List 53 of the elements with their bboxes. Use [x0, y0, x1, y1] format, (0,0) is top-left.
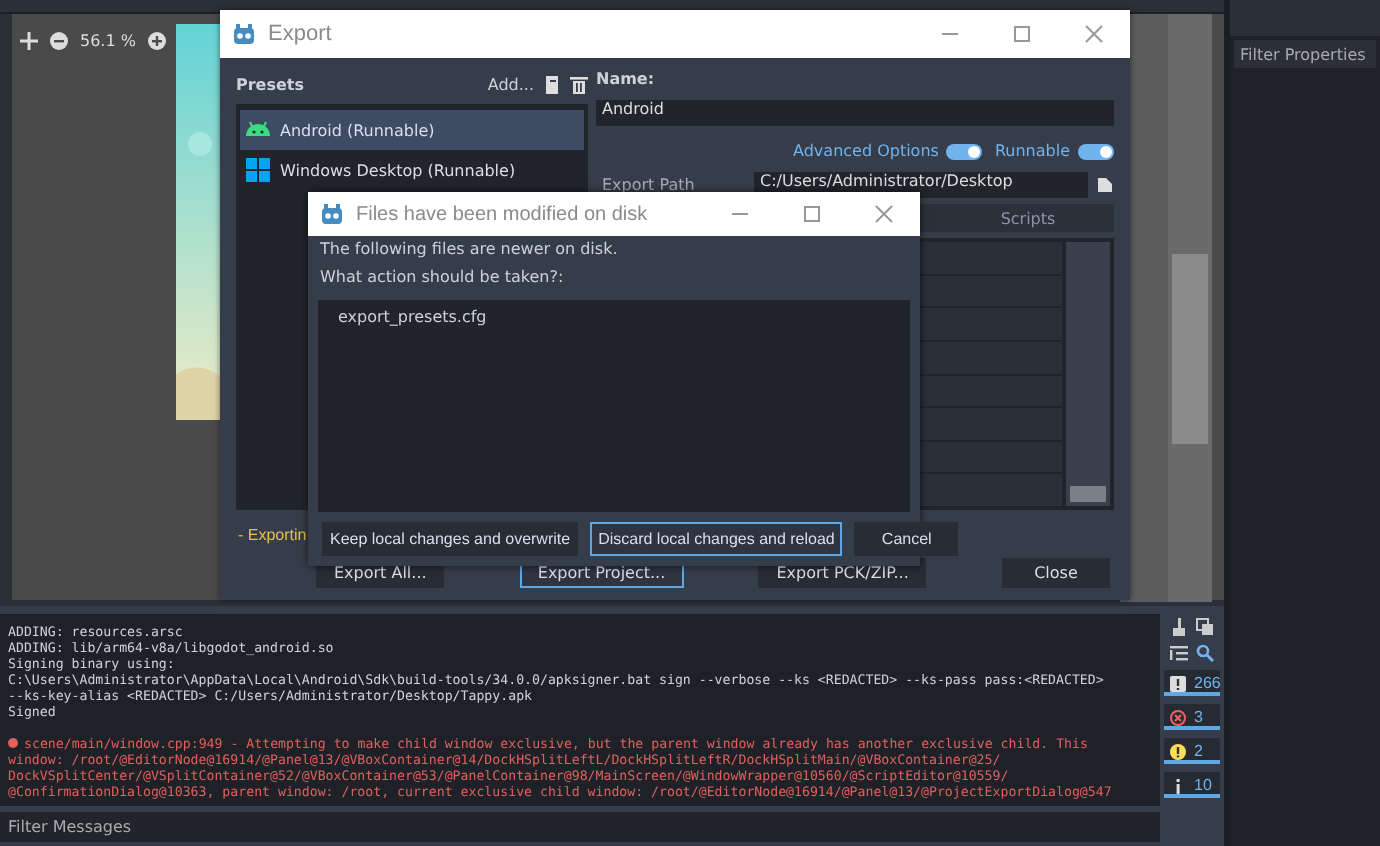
name-field[interactable]: Android [596, 100, 1114, 126]
message-icon [1170, 675, 1186, 691]
section-label: Presets [236, 75, 305, 93]
app-icon [320, 202, 344, 226]
broom-icon[interactable] [1170, 618, 1188, 636]
search-icon[interactable] [1196, 644, 1214, 662]
preset-item[interactable]: Android (Runnable) [240, 110, 584, 150]
trash-icon[interactable] [570, 75, 588, 93]
folder-icon[interactable] [1096, 176, 1114, 194]
filter-toggle[interactable]: 2 [1164, 738, 1220, 764]
error-icon [8, 738, 18, 748]
option-toggle[interactable]: Runnable [994, 140, 1114, 164]
dialog-button[interactable]: Close [1001, 558, 1110, 588]
filter-toggle[interactable]: 3 [1164, 704, 1220, 730]
copy-icon[interactable] [1196, 618, 1214, 636]
window-title: Export [268, 22, 332, 46]
error-icon [1170, 709, 1186, 725]
maximize-icon[interactable] [1010, 22, 1034, 46]
filter-toggle[interactable]: 10 [1164, 772, 1220, 798]
option-toggle[interactable]: Advanced Options [793, 140, 983, 164]
copy-icon[interactable] [544, 75, 560, 93]
close-icon[interactable] [1082, 22, 1106, 46]
dialog-button[interactable]: Keep local changes and overwrite [322, 522, 579, 556]
dialog-button[interactable]: Discard local changes and reload [590, 522, 843, 556]
preset-item[interactable]: Windows Desktop (Runnable) [240, 150, 584, 190]
list-icon[interactable] [1170, 644, 1188, 662]
scroll-bar[interactable] [1168, 14, 1212, 602]
zoom-level[interactable]: 56.1 % [80, 32, 136, 50]
message-text: The following files are newer on disk. [318, 238, 620, 262]
message-text: What action should be taken?: [318, 266, 566, 290]
tab[interactable]: Scripts [942, 204, 1114, 232]
filter-toggle[interactable]: 266 [1164, 670, 1220, 696]
zoom-out-icon[interactable] [50, 32, 68, 50]
zoom-in-icon[interactable] [147, 32, 166, 50]
field-label: Name: [596, 70, 657, 92]
filter-field[interactable]: Filter Properties [1234, 40, 1376, 68]
count-label: 3 [1194, 708, 1203, 726]
filter-field[interactable]: Filter Messages [0, 812, 1160, 842]
window-title: Files have been modified on disk [356, 203, 648, 225]
app-icon [232, 22, 256, 46]
warning-icon [1170, 743, 1186, 759]
dialog-button[interactable]: Cancel [854, 522, 959, 556]
count-label: 2 [1194, 742, 1203, 760]
maximize-icon[interactable] [800, 202, 824, 226]
field-label: Export Path [600, 176, 697, 194]
windows-icon [244, 156, 272, 184]
file-item[interactable]: export_presets.cfg [338, 308, 890, 326]
move-icon[interactable] [20, 32, 38, 50]
count-label: 266 [1194, 674, 1221, 692]
status-text: - Exportin [238, 526, 307, 548]
add-link[interactable]: Add... [487, 75, 534, 93]
close-icon[interactable] [872, 202, 896, 226]
count-label: 10 [1194, 776, 1212, 794]
